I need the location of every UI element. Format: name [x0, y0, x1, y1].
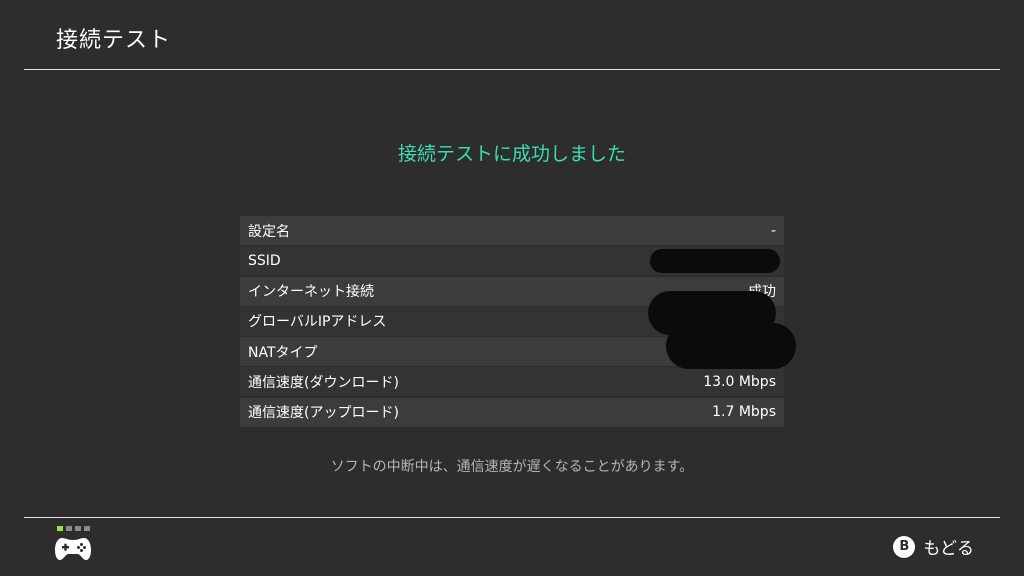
- controller-indicator: [54, 526, 92, 565]
- info-label: 通信速度(アップロード): [248, 405, 399, 422]
- back-button[interactable]: B もどる: [893, 534, 974, 559]
- page-title: 接続テスト: [56, 28, 172, 53]
- player-dot: [84, 526, 90, 531]
- controller-icon: [55, 538, 91, 560]
- info-row-upload: 通信速度(アップロード) 1.7 Mbps: [240, 397, 784, 427]
- player-dot: [75, 526, 81, 531]
- header-divider: [24, 69, 1000, 70]
- info-label: 通信速度(ダウンロード): [248, 374, 399, 391]
- info-value: 13.0 Mbps: [703, 373, 776, 390]
- result-message: 接続テストに成功しました: [397, 143, 626, 165]
- info-label: SSID: [248, 252, 281, 269]
- b-button-icon: B: [893, 535, 916, 558]
- info-label: NATタイプ: [248, 344, 318, 361]
- info-label: インターネット接続: [248, 284, 374, 301]
- redacted-value: [666, 323, 796, 370]
- player-dot-active: [57, 526, 63, 531]
- info-row-nat: NATタイプ: [240, 323, 796, 370]
- info-label: 設定名: [248, 223, 290, 240]
- redacted-value: [650, 248, 780, 273]
- footer-divider: [24, 517, 1000, 518]
- info-label: グローバルIPアドレス: [248, 314, 387, 331]
- info-value: -: [770, 222, 776, 239]
- connection-info-table: 設定名 - SSID インターネット接続 成功 グローバルIPアドレス NATタ…: [240, 216, 796, 428]
- info-row-download: 通信速度(ダウンロード) 13.0 Mbps: [240, 367, 784, 397]
- info-row-ssid: SSID: [240, 246, 784, 276]
- player-indicator: [57, 526, 92, 531]
- player-dot: [66, 526, 72, 531]
- speed-note: ソフトの中断中は、通信速度が遅くなることがあります。: [330, 459, 694, 475]
- info-row-setting-name: 設定名 -: [240, 216, 784, 245]
- back-label: もどる: [923, 539, 974, 559]
- info-value: 1.7 Mbps: [712, 404, 776, 421]
